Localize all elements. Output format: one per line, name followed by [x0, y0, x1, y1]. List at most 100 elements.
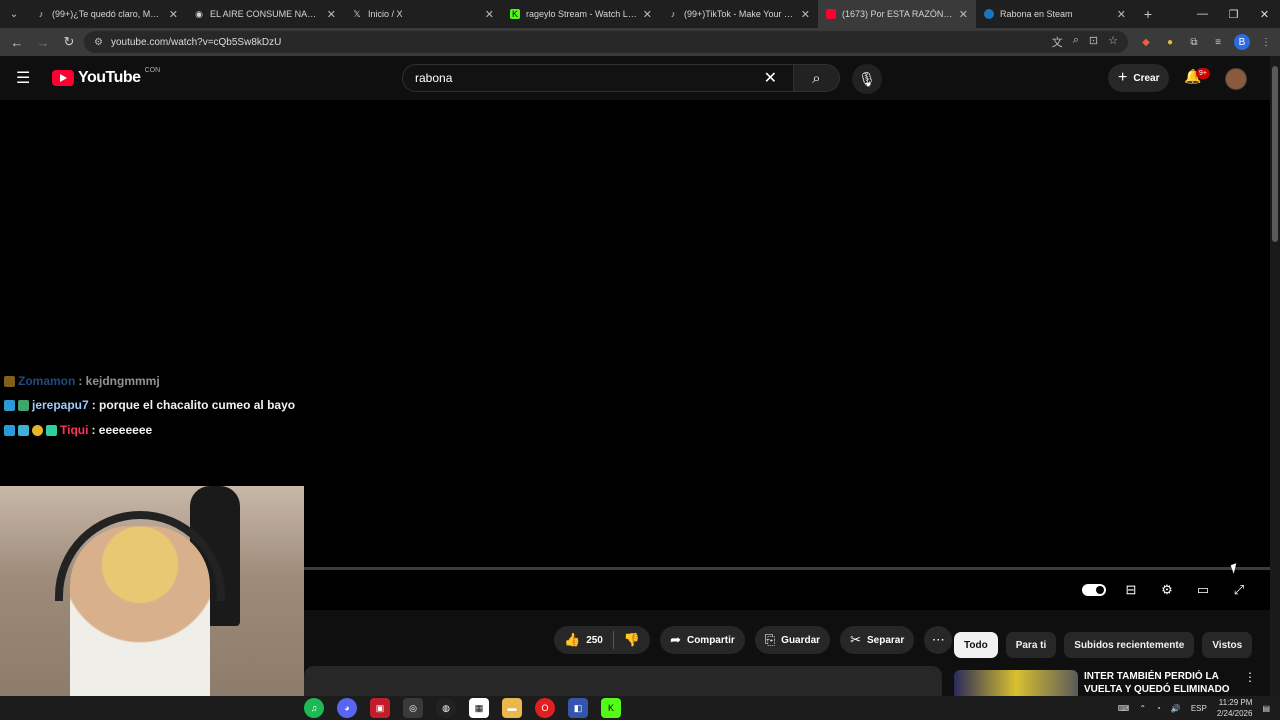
- bookmark-star-icon[interactable]: ☆: [1108, 34, 1118, 50]
- close-icon[interactable]: ✕: [169, 8, 178, 21]
- translate-icon[interactable]: 文: [1052, 34, 1063, 50]
- bookmark-icon: ⎘: [764, 632, 776, 647]
- windows-taskbar: ♫ ◕ ▣ ◎ ◍ ▦ ▬ O ◧ K ⌨ ⌃ ◔ 🔊 ESP 11:29 PM…: [0, 696, 1280, 720]
- kick-icon[interactable]: K: [601, 698, 621, 718]
- page-scrollbar[interactable]: [1270, 56, 1280, 696]
- player-controls: ⊟ ⚙ ▭ ⤢: [1082, 580, 1250, 600]
- chrome-icon[interactable]: ◎: [403, 698, 423, 718]
- extension-icon[interactable]: ◆: [1138, 34, 1154, 50]
- save-label: Guardar: [781, 634, 821, 646]
- browser-tab-bar: ⌄ ♪ (99+)¿Te quedó claro, Martín? | ✕ ◉ …: [0, 0, 1280, 28]
- media-icon[interactable]: ≡: [1210, 34, 1226, 50]
- install-icon[interactable]: ⊡: [1089, 34, 1098, 50]
- obs-icon[interactable]: ◍: [436, 698, 456, 718]
- network-icon[interactable]: ◔: [1156, 704, 1161, 713]
- close-window-icon[interactable]: ✕: [1249, 0, 1280, 28]
- discord-icon[interactable]: ◕: [337, 698, 357, 718]
- volume-icon[interactable]: 🔊: [1171, 704, 1181, 713]
- hamburger-menu-icon[interactable]: ☰: [16, 68, 36, 88]
- tab-title: rageylo Stream - Watch Live on: [526, 9, 637, 19]
- save-button[interactable]: ⎘ Guardar: [754, 626, 831, 654]
- restore-icon[interactable]: ❐: [1218, 0, 1249, 28]
- tab-0[interactable]: ♪ (99+)¿Te quedó claro, Martín? | ✕: [28, 0, 186, 28]
- fullscreen-icon[interactable]: ⤢: [1228, 580, 1250, 600]
- chat-text: : eeeeeeee: [91, 423, 153, 437]
- capcut-icon[interactable]: ▦: [469, 698, 489, 718]
- notification-center-icon[interactable]: ▤: [1262, 704, 1270, 713]
- tab-search-icon[interactable]: ⌄: [0, 0, 28, 28]
- tab-title: (99+)TikTok - Make Your Day: [684, 9, 795, 19]
- tab-3[interactable]: K rageylo Stream - Watch Live on ✕: [502, 0, 660, 28]
- close-icon[interactable]: ✕: [485, 8, 494, 21]
- close-icon[interactable]: ✕: [1117, 8, 1126, 21]
- profile-icon[interactable]: B: [1234, 34, 1250, 50]
- scroll-thumb[interactable]: [1272, 66, 1278, 242]
- chat-text: : porque el chacalito cumeo al bayo: [91, 398, 296, 412]
- tab-4[interactable]: ♪ (99+)TikTok - Make Your Day ✕: [660, 0, 818, 28]
- divider: [612, 631, 614, 649]
- progress-bar[interactable]: [304, 567, 1270, 570]
- menu-dots-icon[interactable]: ⋮: [1258, 34, 1274, 50]
- share-label: Compartir: [686, 634, 735, 646]
- youtube-play-icon: [52, 70, 74, 86]
- close-icon[interactable]: ✕: [643, 8, 652, 21]
- puzzle-icon[interactable]: ⧉: [1186, 34, 1202, 50]
- create-label: Crear: [1133, 72, 1160, 84]
- url-text: youtube.com/watch?v=cQb5Sw8kDzU: [110, 36, 282, 48]
- clock[interactable]: 11:29 PM 2/24/2026: [1217, 697, 1253, 719]
- chip-watched[interactable]: Vistos: [1202, 632, 1253, 658]
- app-icon[interactable]: ◧: [568, 698, 588, 718]
- search-input[interactable]: rabona ✕: [402, 64, 794, 92]
- opera-icon[interactable]: O: [535, 698, 555, 718]
- tiktok-icon: ♪: [670, 9, 676, 19]
- tab-2[interactable]: 𝕏 Inicio / X ✕: [344, 0, 502, 28]
- share-button[interactable]: ➦ Compartir: [660, 626, 745, 654]
- close-icon[interactable]: ✕: [327, 8, 336, 21]
- keyboard-icon[interactable]: ⌨: [1118, 704, 1130, 713]
- chat-username: Tiqui: [60, 423, 89, 437]
- tab-1[interactable]: ◉ EL AIRE CONSUME NAFTA? - Bu ✕: [186, 0, 344, 28]
- chip-recent[interactable]: Subidos recientemente: [1064, 632, 1195, 658]
- theater-mode-icon[interactable]: ▭: [1192, 580, 1214, 600]
- settings-gear-icon[interactable]: ⚙: [1156, 580, 1178, 600]
- tab-6[interactable]: Rabona en Steam ✕: [976, 0, 1134, 28]
- chip-todo[interactable]: Todo: [954, 632, 998, 658]
- more-actions-button[interactable]: ⋯: [924, 626, 953, 654]
- zoom-icon[interactable]: ⌕: [1073, 34, 1079, 50]
- like-button[interactable]: 👍 250 👎: [554, 626, 651, 654]
- language-indicator[interactable]: ESP: [1191, 704, 1207, 713]
- avatar[interactable]: [1225, 68, 1247, 90]
- extension-icon[interactable]: ●: [1162, 34, 1178, 50]
- search-button[interactable]: ⌕: [794, 64, 840, 92]
- close-icon[interactable]: ✕: [959, 8, 968, 21]
- back-icon[interactable]: ←: [6, 31, 28, 53]
- clear-search-icon[interactable]: ✕: [764, 68, 781, 88]
- youtube-logo[interactable]: YouTube CON: [52, 67, 160, 87]
- url-input[interactable]: ⚙ youtube.com/watch?v=cQb5Sw8kDzU 文 ⌕ ⊡ …: [84, 31, 1128, 53]
- chip-para-ti[interactable]: Para ti: [1005, 632, 1057, 658]
- clip-label: Separar: [866, 634, 905, 646]
- subtitles-icon[interactable]: ⊟: [1120, 580, 1142, 600]
- folder-icon[interactable]: ▬: [502, 698, 522, 718]
- reload-icon[interactable]: ↻: [58, 31, 80, 53]
- close-icon[interactable]: ✕: [801, 8, 810, 21]
- app-icon[interactable]: ▣: [370, 698, 390, 718]
- create-button[interactable]: + Crear: [1108, 64, 1170, 92]
- thumbs-down-icon[interactable]: 👎: [624, 632, 640, 648]
- microphone-icon[interactable]: 🎙: [852, 64, 882, 94]
- autoplay-toggle[interactable]: [1082, 584, 1106, 596]
- clock-time: 11:29 PM: [1218, 698, 1253, 707]
- forward-icon[interactable]: →: [32, 31, 54, 53]
- clip-button[interactable]: ✂ Separar: [840, 626, 915, 654]
- description-box[interactable]: [304, 666, 942, 696]
- chevron-up-icon[interactable]: ⌃: [1139, 704, 1146, 713]
- minimize-icon[interactable]: —: [1187, 0, 1218, 28]
- tab-5[interactable]: (1673) Por ESTA RAZÓN SHELA ✕: [818, 0, 976, 28]
- search-bar: rabona ✕ ⌕: [402, 64, 840, 92]
- new-tab-button[interactable]: +: [1134, 6, 1162, 22]
- thumbs-up-icon: 👍: [564, 632, 581, 647]
- spotify-icon[interactable]: ♫: [304, 698, 324, 718]
- site-info-icon[interactable]: ⚙: [94, 37, 103, 48]
- tiktok-icon: ♪: [38, 9, 44, 19]
- notification-count-badge: 9+: [1196, 68, 1210, 79]
